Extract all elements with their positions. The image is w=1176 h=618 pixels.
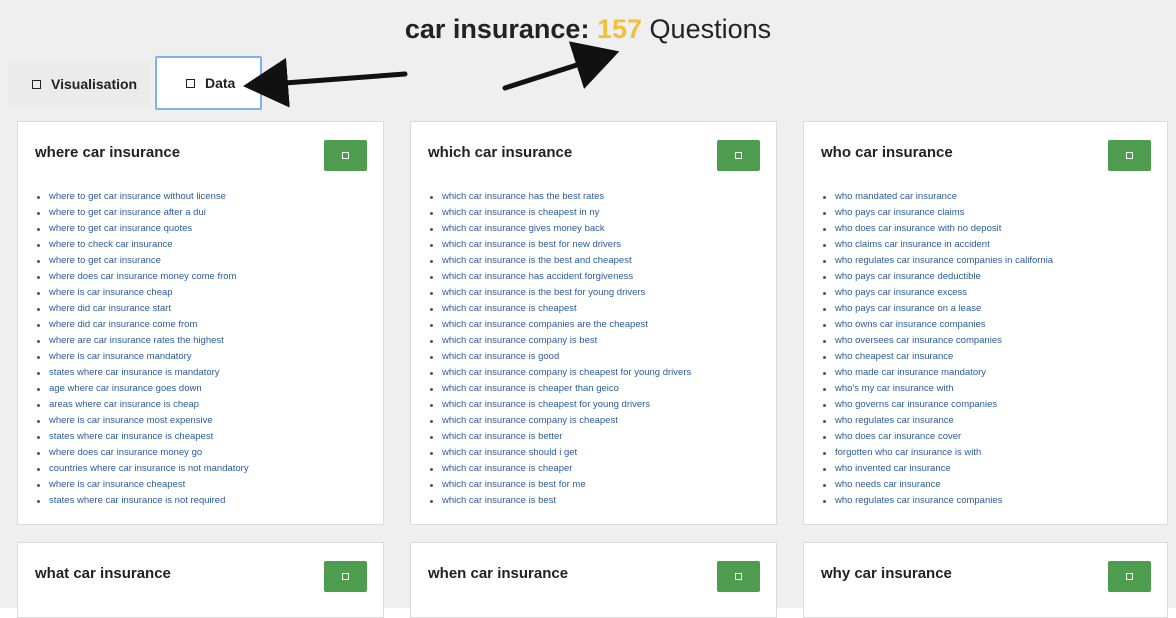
question-list: where to get car insurance without licen… [35, 189, 249, 509]
question-link[interactable]: who needs car insurance [821, 477, 1053, 493]
question-link[interactable]: which car insurance is cheaper [428, 461, 691, 477]
question-link[interactable]: which car insurance should i get [428, 445, 691, 461]
question-list: who mandated car insurance who pays car i… [821, 189, 1053, 509]
square-outline-icon [342, 152, 349, 159]
card-expand-button[interactable] [717, 140, 760, 171]
card-title: what car insurance [35, 565, 171, 582]
question-link[interactable]: forgotten who car insurance is with [821, 445, 1053, 461]
arrow-to-data-tab [243, 57, 408, 108]
question-link[interactable]: where to get car insurance quotes [35, 221, 249, 237]
square-outline-icon [735, 152, 742, 159]
card-expand-button[interactable] [717, 561, 760, 592]
card-title: which car insurance [428, 144, 573, 161]
question-link[interactable]: where is car insurance cheap [35, 285, 249, 301]
question-link[interactable]: which car insurance companies are the ch… [428, 317, 691, 333]
question-link[interactable]: who mandated car insurance [821, 189, 1053, 205]
card-title: where car insurance [35, 144, 181, 161]
question-link[interactable]: who made car insurance mandatory [821, 365, 1053, 381]
question-link[interactable]: who's my car insurance with [821, 381, 1053, 397]
question-link[interactable]: who invented car insurance [821, 461, 1053, 477]
question-link[interactable]: which car insurance is cheapest [428, 301, 691, 317]
question-link[interactable]: which car insurance is best [428, 493, 691, 509]
question-link[interactable]: who pays car insurance excess [821, 285, 1053, 301]
question-link[interactable]: who owns car insurance companies [821, 317, 1053, 333]
question-link[interactable]: which car insurance has accident forgive… [428, 269, 691, 285]
question-link[interactable]: which car insurance is cheaper than geic… [428, 381, 691, 397]
question-link[interactable]: which car insurance company is best [428, 333, 691, 349]
question-link[interactable]: which car insurance is the best for youn… [428, 285, 691, 301]
card-expand-button[interactable] [324, 140, 367, 171]
question-link[interactable]: which car insurance is best for me [428, 477, 691, 493]
question-link[interactable]: where to get car insurance [35, 253, 249, 269]
question-link[interactable]: who regulates car insurance [821, 413, 1053, 429]
question-link[interactable]: where to check car insurance [35, 237, 249, 253]
card-title: why car insurance [821, 565, 952, 582]
question-link[interactable]: which car insurance company is cheapest [428, 413, 691, 429]
question-link[interactable]: which car insurance gives money back [428, 221, 691, 237]
card-when: when car insurance [410, 542, 777, 618]
question-link[interactable]: where are car insurance rates the highes… [35, 333, 249, 349]
card-which: which car insurance which car insurance … [410, 121, 777, 525]
question-link[interactable]: states where car insurance is not requir… [35, 493, 249, 509]
question-link[interactable]: where did car insurance come from [35, 317, 249, 333]
card-why: why car insurance [803, 542, 1168, 618]
question-link[interactable]: who regulates car insurance companies in… [821, 253, 1053, 269]
question-list: which car insurance has the best rates wh… [428, 189, 691, 509]
question-link[interactable]: who pays car insurance on a lease [821, 301, 1053, 317]
question-link[interactable]: who claims car insurance in accident [821, 237, 1053, 253]
question-link[interactable]: who does car insurance cover [821, 429, 1053, 445]
question-link[interactable]: where did car insurance start [35, 301, 249, 317]
question-link[interactable]: who regulates car insurance companies [821, 493, 1053, 509]
question-link[interactable]: where is car insurance mandatory [35, 349, 249, 365]
question-link[interactable]: which car insurance is cheapest in ny [428, 205, 691, 221]
question-link[interactable]: which car insurance is the best and chea… [428, 253, 691, 269]
question-link[interactable]: who does car insurance with no deposit [821, 221, 1053, 237]
square-outline-icon [1126, 573, 1133, 580]
question-link[interactable]: where is car insurance cheapest [35, 477, 249, 493]
question-link[interactable]: countries where car insurance is not man… [35, 461, 249, 477]
question-link[interactable]: which car insurance company is cheapest … [428, 365, 691, 381]
card-expand-button[interactable] [324, 561, 367, 592]
question-link[interactable]: areas where car insurance is cheap [35, 397, 249, 413]
question-link[interactable]: who oversees car insurance companies [821, 333, 1053, 349]
square-outline-icon [735, 573, 742, 580]
question-link[interactable]: which car insurance is better [428, 429, 691, 445]
question-link[interactable]: who cheapest car insurance [821, 349, 1053, 365]
card-title: when car insurance [428, 565, 569, 582]
question-link[interactable]: which car insurance is cheapest for youn… [428, 397, 691, 413]
question-link[interactable]: where is car insurance most expensive [35, 413, 249, 429]
card-who: who car insurance who mandated car insur… [803, 121, 1168, 525]
arrow-to-count [502, 41, 620, 91]
question-link[interactable]: states where car insurance is mandatory [35, 365, 249, 381]
question-link[interactable]: where to get car insurance after a dui [35, 205, 249, 221]
question-link[interactable]: where to get car insurance without licen… [35, 189, 249, 205]
square-outline-icon [1126, 152, 1133, 159]
question-link[interactable]: who pays car insurance claims [821, 205, 1053, 221]
card-what: what car insurance [17, 542, 384, 618]
card-expand-button[interactable] [1108, 561, 1151, 592]
question-link[interactable]: states where car insurance is cheapest [35, 429, 249, 445]
square-outline-icon [342, 573, 349, 580]
card-title: who car insurance [821, 144, 953, 161]
card-where: where car insurance where to get car ins… [17, 121, 384, 525]
question-link[interactable]: which car insurance is best for new driv… [428, 237, 691, 253]
question-link[interactable]: where does car insurance money go [35, 445, 249, 461]
question-link[interactable]: who pays car insurance deductible [821, 269, 1053, 285]
question-link[interactable]: where does car insurance money come from [35, 269, 249, 285]
question-link[interactable]: which car insurance has the best rates [428, 189, 691, 205]
question-link[interactable]: age where car insurance goes down [35, 381, 249, 397]
question-link[interactable]: who governs car insurance companies [821, 397, 1053, 413]
card-expand-button[interactable] [1108, 140, 1151, 171]
question-link[interactable]: which car insurance is good [428, 349, 691, 365]
